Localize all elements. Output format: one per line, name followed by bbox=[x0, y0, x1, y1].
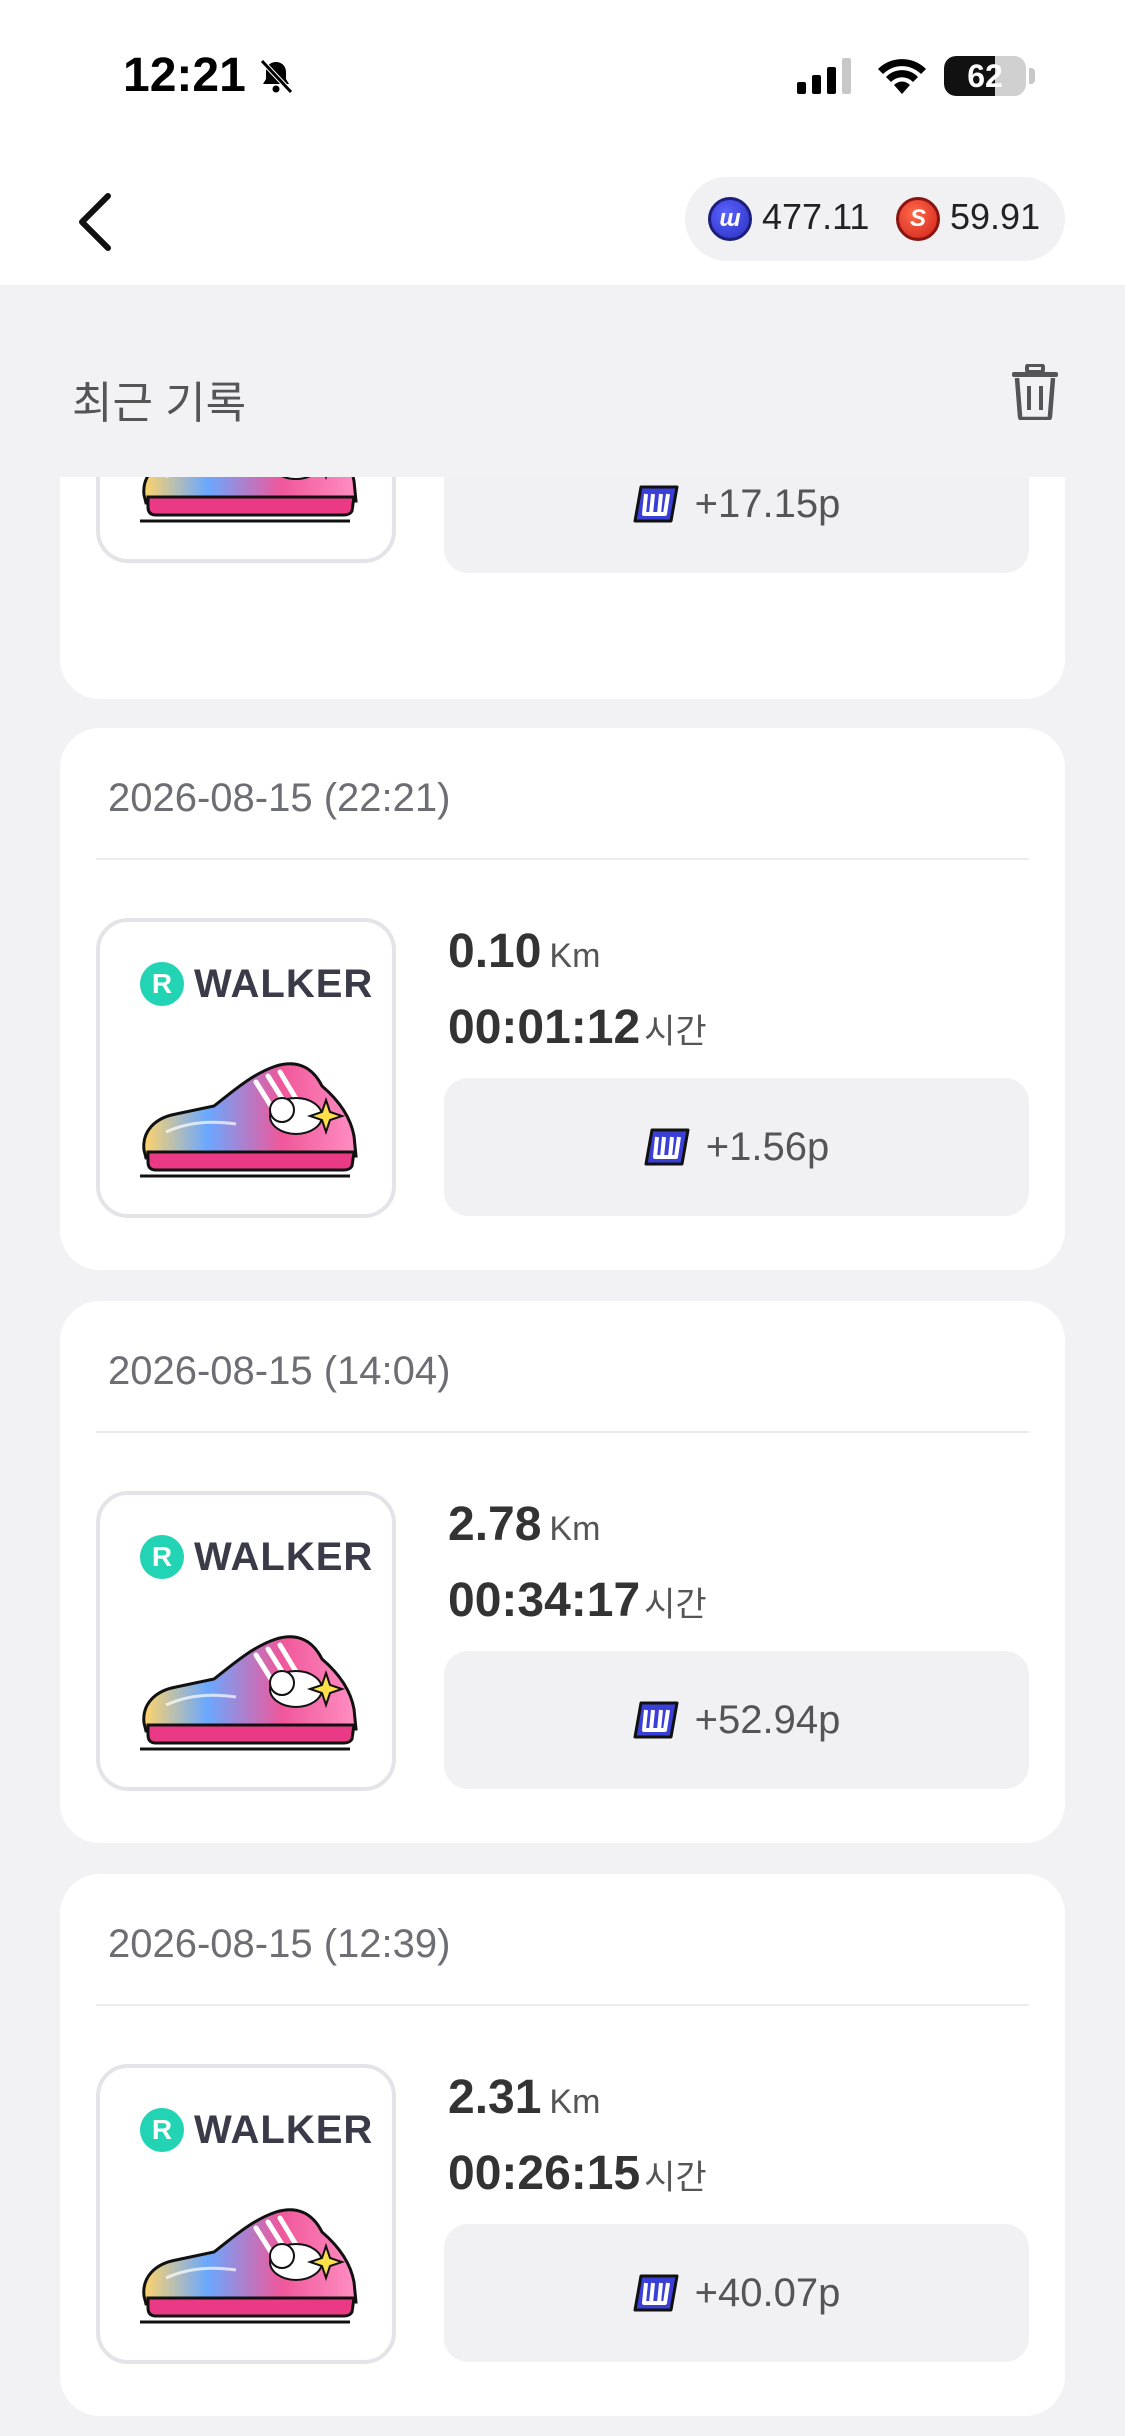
duration: 00:01:12 시간 bbox=[448, 1001, 707, 1054]
reward-box: +40.07p bbox=[444, 2224, 1029, 2362]
reward-box: +52.94p bbox=[444, 1651, 1029, 1789]
brand-logo: R WALKER bbox=[140, 2108, 373, 2152]
s-coin-icon: S bbox=[896, 197, 940, 241]
reward-points: +52.94p bbox=[694, 1697, 841, 1742]
battery-cap bbox=[1029, 68, 1035, 84]
distance: 0.10 Km bbox=[448, 925, 601, 978]
record-card[interactable]: 2026-08-15 (14:04) R WALKER 2.78 Km 00:34… bbox=[60, 1301, 1065, 1843]
brand-logo: R WALKER bbox=[140, 1535, 373, 1579]
reward-box: +1.56p bbox=[444, 1078, 1029, 1216]
duration: 00:26:15 시간 bbox=[448, 2147, 707, 2200]
reward-points: +17.15p bbox=[694, 481, 841, 526]
trash-icon[interactable] bbox=[1010, 364, 1060, 420]
w-point-icon bbox=[633, 2272, 679, 2314]
w-point-icon bbox=[633, 483, 679, 525]
status-time: 12:21 bbox=[123, 49, 246, 102]
shoe-thumbnail: R WALKER bbox=[96, 1491, 396, 1791]
battery-percent: 62 bbox=[967, 58, 1003, 94]
shoe-thumbnail bbox=[96, 477, 396, 563]
signal-icon bbox=[797, 58, 851, 94]
sneaker-icon bbox=[136, 1052, 360, 1182]
w-point-icon bbox=[644, 1126, 690, 1168]
record-date: 2026-08-15 (14:04) bbox=[108, 1349, 451, 1393]
reward-points: +40.07p bbox=[694, 2270, 841, 2315]
brand-badge: R bbox=[140, 962, 184, 1006]
brand-badge: R bbox=[140, 2108, 184, 2152]
s-balance-value: 59.91 bbox=[950, 196, 1041, 237]
brand-name: WALKER bbox=[194, 2107, 374, 2152]
sneaker-icon bbox=[136, 1625, 360, 1755]
sneaker-icon bbox=[136, 477, 360, 527]
bell-muted-icon bbox=[260, 59, 293, 94]
reward-points: +1.56p bbox=[705, 1124, 830, 1169]
brand-logo: R WALKER bbox=[140, 962, 373, 1006]
back-chevron-icon[interactable] bbox=[72, 190, 122, 254]
record-card[interactable]: 2026-08-15 (22:21) R WALKER 0.10 Km 00:01… bbox=[60, 728, 1065, 1270]
sneaker-icon bbox=[136, 2198, 360, 2328]
brand-badge: R bbox=[140, 1535, 184, 1579]
w-point-icon bbox=[633, 1699, 679, 1741]
card-divider bbox=[96, 858, 1029, 860]
wifi-icon bbox=[878, 59, 926, 94]
card-divider bbox=[96, 1431, 1029, 1433]
w-coin-icon: ш bbox=[708, 197, 752, 241]
reward-box: +17.15p bbox=[444, 477, 1029, 573]
brand-name: WALKER bbox=[194, 961, 374, 1006]
w-balance-value: 477.11 bbox=[762, 196, 870, 237]
distance: 2.31 Km bbox=[448, 2071, 601, 2124]
distance: 2.78 Km bbox=[448, 1498, 601, 1551]
record-card[interactable]: 시간 +17.15p bbox=[60, 477, 1065, 699]
record-list[interactable]: 시간 +17.15p 2026-08-15 (22:21) R WALKER 0… bbox=[0, 477, 1125, 2436]
shoe-thumbnail: R WALKER bbox=[96, 918, 396, 1218]
record-date: 2026-08-15 (22:21) bbox=[108, 776, 451, 820]
brand-name: WALKER bbox=[194, 1534, 374, 1579]
section-title: 최근 기록 bbox=[72, 379, 247, 428]
duration: 00:34:17 시간 bbox=[448, 1574, 707, 1627]
card-divider bbox=[96, 2004, 1029, 2006]
battery-indicator: 62 bbox=[944, 56, 1026, 96]
shoe-thumbnail: R WALKER bbox=[96, 2064, 396, 2364]
record-date: 2026-08-15 (12:39) bbox=[108, 1922, 451, 1966]
record-card[interactable]: 2026-08-15 (12:39) R WALKER 2.31 Km 00:26… bbox=[60, 1874, 1065, 2416]
